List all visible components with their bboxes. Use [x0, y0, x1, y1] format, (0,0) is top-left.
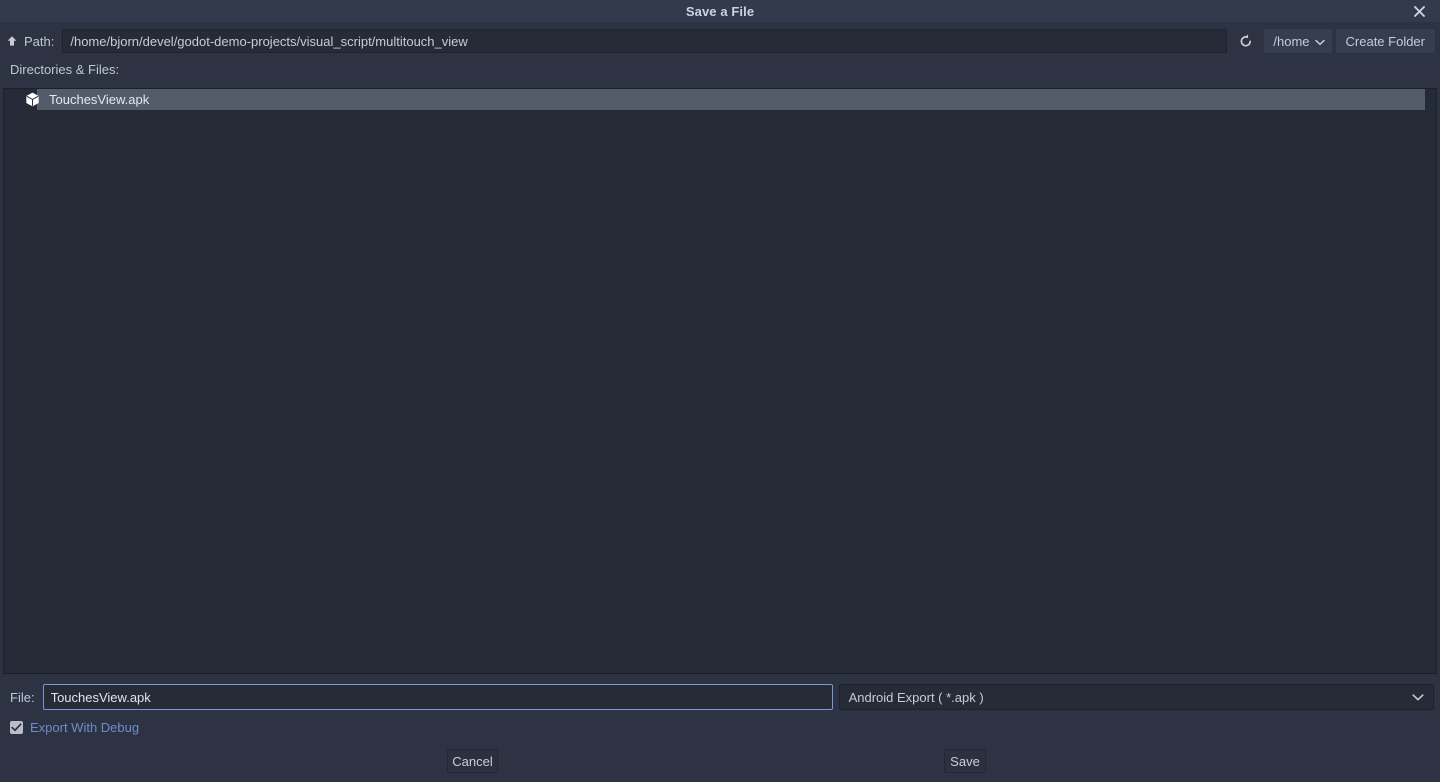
export-with-debug-checkbox[interactable]: Export With Debug	[10, 718, 139, 736]
list-item-label: TouchesView.apk	[49, 92, 150, 107]
file-name-input[interactable]	[42, 684, 833, 710]
file-type-filter-value: Android Export ( *.apk )	[848, 689, 984, 705]
export-with-debug-label: Export With Debug	[30, 719, 140, 735]
check-icon	[11, 720, 22, 735]
file-browser-list[interactable]: TouchesView.apk	[3, 88, 1437, 674]
arrow-up-icon[interactable]	[0, 27, 24, 55]
selection-highlight	[37, 89, 1425, 110]
drive-selector-button[interactable]: /home	[1263, 28, 1333, 54]
window-titlebar: Save a File	[0, 0, 1440, 22]
chevron-down-icon	[1314, 34, 1325, 49]
checkbox-box	[10, 720, 23, 735]
cancel-button[interactable]: Cancel	[447, 749, 498, 773]
window-title: Save a File	[685, 3, 755, 19]
create-folder-label: Create Folder	[1345, 33, 1425, 49]
directories-files-label: Directories & Files:	[10, 62, 120, 77]
chevron-down-icon	[1412, 690, 1424, 705]
package-icon	[24, 92, 40, 108]
drive-selector-label: /home	[1273, 33, 1310, 49]
cancel-button-label: Cancel	[452, 753, 493, 769]
file-name-toolbar: File: Android Export ( *.apk )	[0, 684, 1440, 710]
path-toolbar: Path: /home Create Folder	[0, 26, 1440, 56]
save-button[interactable]: Save	[944, 749, 986, 773]
file-label: File:	[10, 689, 35, 705]
close-icon[interactable]	[1406, 0, 1432, 22]
create-folder-button[interactable]: Create Folder	[1334, 28, 1436, 54]
path-input[interactable]	[62, 29, 1228, 53]
save-button-label: Save	[950, 753, 980, 769]
path-label: Path:	[24, 33, 55, 49]
list-item[interactable]: TouchesView.apk	[4, 89, 1436, 110]
refresh-icon[interactable]	[1231, 28, 1261, 54]
file-type-filter-select[interactable]: Android Export ( *.apk )	[838, 684, 1434, 710]
